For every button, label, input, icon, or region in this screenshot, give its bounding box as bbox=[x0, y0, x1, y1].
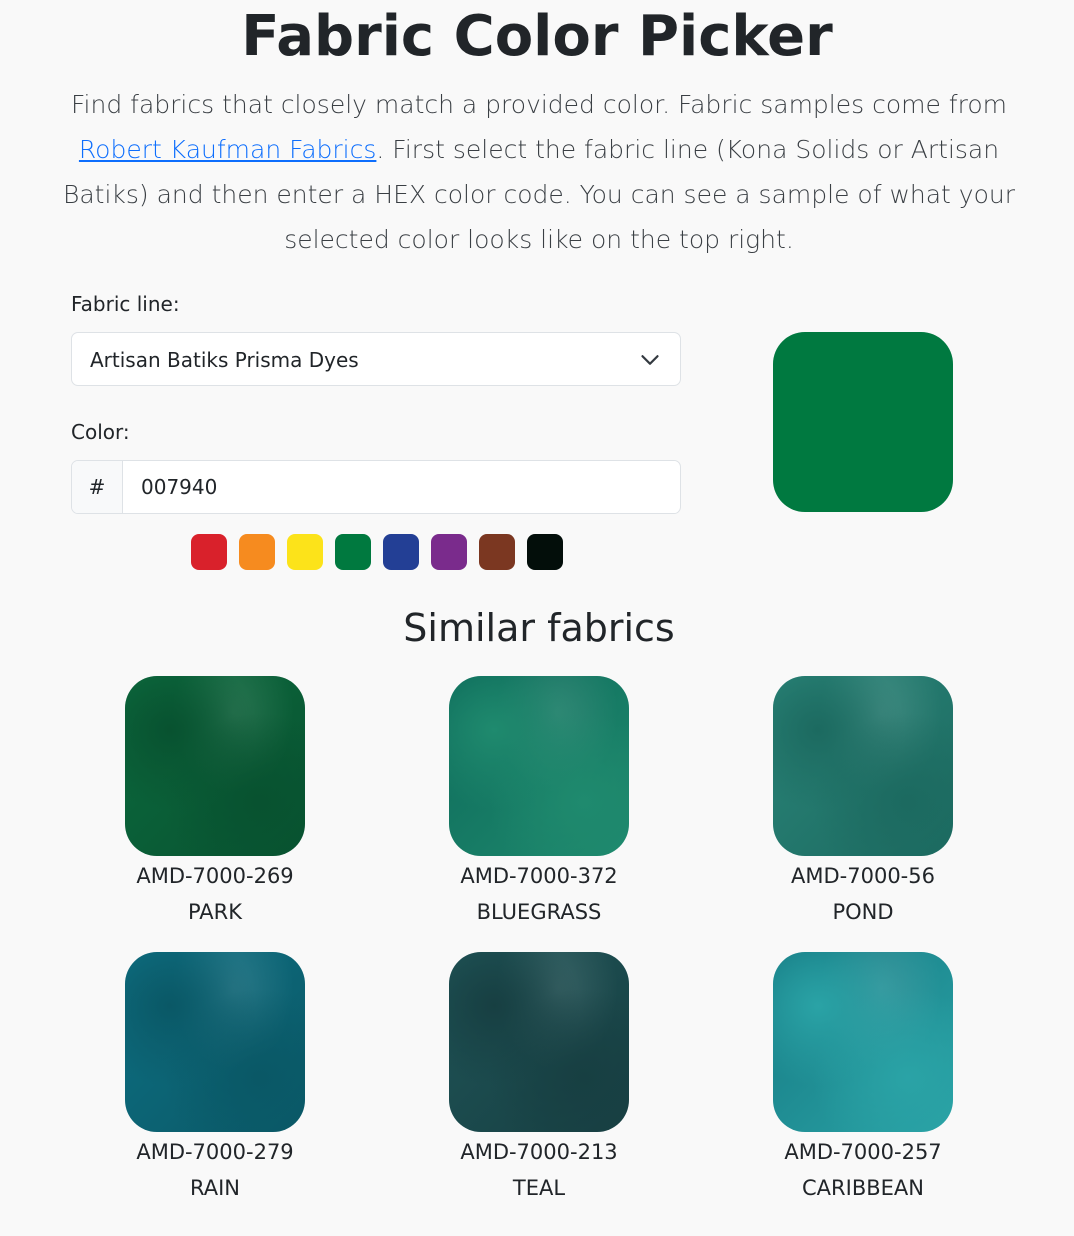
swatch-orange[interactable] bbox=[239, 534, 275, 570]
page-title: Fabric Color Picker bbox=[241, 4, 833, 69]
fabric-name: CARIBBEAN bbox=[802, 1176, 924, 1200]
swatch-yellow[interactable] bbox=[287, 534, 323, 570]
swatch-green[interactable] bbox=[335, 534, 371, 570]
fabric-swatch-image bbox=[125, 952, 305, 1132]
fabric-name: PARK bbox=[187, 900, 243, 924]
fabric-swatch-image bbox=[773, 952, 953, 1132]
fabric-swatch-image bbox=[125, 676, 305, 856]
swatch-brown[interactable] bbox=[479, 534, 515, 570]
fabric-code: AMD-7000-279 bbox=[136, 1140, 294, 1164]
fabric-code: AMD-7000-56 bbox=[791, 864, 935, 888]
intro-text-start: Find fabrics that closely match a provid… bbox=[71, 90, 1007, 119]
hash-prefix: # bbox=[72, 461, 123, 513]
swatch-black[interactable] bbox=[527, 534, 563, 570]
fabric-line-select[interactable]: Artisan Batiks Prisma Dyes bbox=[71, 332, 681, 386]
intro-text: Find fabrics that closely match a provid… bbox=[55, 82, 1023, 262]
fabric-name: BLUEGRASS bbox=[476, 900, 602, 924]
similar-fabrics-heading: Similar fabrics bbox=[403, 606, 675, 650]
fabric-name: RAIN bbox=[189, 1176, 240, 1200]
chevron-down-icon bbox=[641, 355, 659, 365]
fabric-code: AMD-7000-257 bbox=[784, 1140, 942, 1164]
hex-input-group: # bbox=[71, 460, 681, 514]
swatch-blue[interactable] bbox=[383, 534, 419, 570]
fabric-line-label: Fabric line: bbox=[71, 292, 180, 316]
fabric-swatch-image bbox=[449, 952, 629, 1132]
fabric-swatch-image bbox=[449, 676, 629, 856]
swatch-red[interactable] bbox=[191, 534, 227, 570]
hex-color-input[interactable] bbox=[123, 461, 678, 513]
fabric-name: POND bbox=[832, 900, 894, 924]
fabric-name: TEAL bbox=[512, 1176, 566, 1200]
fabric-code: AMD-7000-269 bbox=[136, 864, 294, 888]
color-label: Color: bbox=[71, 420, 130, 444]
color-preview bbox=[773, 332, 953, 512]
fabric-code: AMD-7000-372 bbox=[460, 864, 618, 888]
fabric-line-selected-value: Artisan Batiks Prisma Dyes bbox=[90, 348, 359, 372]
swatch-purple[interactable] bbox=[431, 534, 467, 570]
fabric-code: AMD-7000-213 bbox=[460, 1140, 618, 1164]
robert-kaufman-link[interactable]: Robert Kaufman Fabrics bbox=[79, 135, 376, 164]
fabric-swatch-image bbox=[773, 676, 953, 856]
